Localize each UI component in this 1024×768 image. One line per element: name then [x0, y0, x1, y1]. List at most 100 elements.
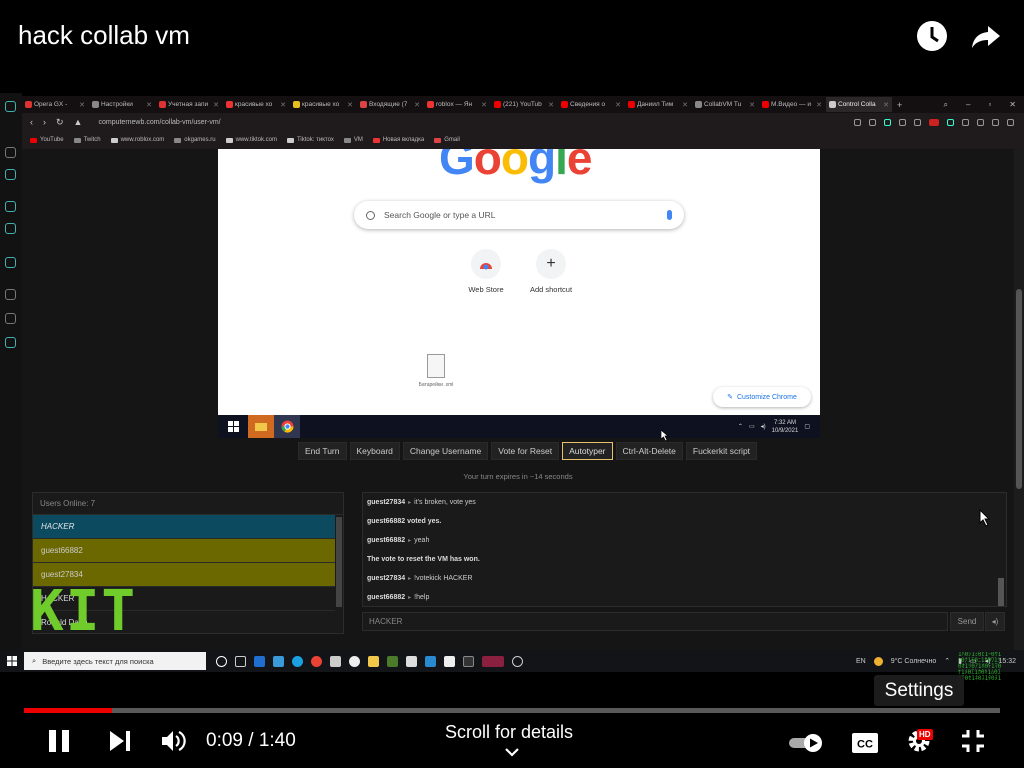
browser-tab[interactable]: красивые хо ✕ — [290, 97, 356, 112]
browser-tab[interactable]: CollabVM Tu ✕ — [692, 97, 758, 112]
url-field[interactable]: computernewb.com/collab-vm/user-vm/ — [98, 119, 220, 126]
bookmark[interactable]: Tiktok: тиктох — [286, 137, 334, 143]
bookmark[interactable]: VM — [343, 137, 363, 143]
autoplay-toggle-icon[interactable] — [788, 730, 824, 756]
gear-sidebar-icon[interactable] — [5, 337, 16, 348]
notepad-icon[interactable] — [444, 655, 455, 667]
roblox-icon[interactable] — [406, 655, 417, 667]
close-icon[interactable]: ✕ — [412, 101, 420, 109]
volume-icon[interactable] — [160, 728, 186, 754]
close-icon[interactable]: ✕ — [345, 101, 353, 109]
autotyper-button[interactable]: Autotyper — [562, 442, 613, 460]
browser-tab-active[interactable]: Control Colla ✕ — [826, 97, 892, 112]
language-indicator[interactable]: EN — [856, 658, 866, 665]
browser-tab[interactable]: Входящие (7 ✕ — [357, 97, 423, 112]
chevron-up-icon[interactable]: ⌃ — [738, 423, 743, 430]
desktop-file[interactable]: Батарейки .xml — [414, 354, 458, 388]
close-icon[interactable]: ✕ — [211, 101, 219, 109]
watch-later-icon[interactable] — [914, 18, 950, 54]
keyboard-button[interactable]: Keyboard — [349, 442, 400, 460]
close-icon[interactable]: ✕ — [278, 101, 286, 109]
change-username-button[interactable]: Change Username — [402, 442, 489, 460]
chevron-up-icon[interactable]: ⌃ — [944, 657, 950, 665]
host-search-box[interactable]: ⌕ Введите здесь текст для поиска — [24, 652, 206, 670]
app-icon[interactable] — [330, 655, 341, 667]
yandex-icon[interactable] — [349, 655, 360, 667]
puzzle-icon[interactable] — [962, 118, 969, 126]
ctrl-alt-delete-button[interactable]: Ctrl-Alt-Delete — [615, 442, 683, 460]
new-tab-icon[interactable]: + — [893, 100, 902, 110]
app-icon[interactable] — [425, 655, 436, 667]
close-icon[interactable]: ✕ — [680, 101, 688, 109]
exit-fullscreen-icon[interactable] — [960, 728, 986, 754]
close-icon[interactable]: ✕ — [613, 101, 621, 109]
refresh-icon[interactable] — [947, 118, 954, 126]
instagram-sidebar-icon[interactable] — [5, 223, 16, 234]
shortcut-add[interactable]: + Add shortcut — [511, 249, 591, 294]
notification-icon[interactable]: ▢ — [804, 423, 810, 430]
network-icon[interactable]: ▭ — [749, 423, 755, 430]
close-icon[interactable]: ✕ — [144, 101, 152, 109]
edge-icon[interactable] — [292, 655, 303, 667]
heart-icon[interactable] — [914, 118, 921, 126]
twitch-sidebar-icon[interactable] — [5, 169, 16, 180]
fuckerkit-script-button[interactable]: Fuckerkit script — [685, 442, 758, 460]
bookmark[interactable]: YouTube — [30, 137, 64, 143]
browser-tab[interactable]: Учетная запи ✕ — [156, 97, 222, 112]
close-icon[interactable]: ✕ — [546, 101, 554, 109]
menu-icon[interactable] — [1007, 118, 1014, 126]
page-scrollbar[interactable] — [1014, 149, 1024, 650]
close-icon[interactable]: ✕ — [77, 101, 85, 109]
captions-icon[interactable]: CC — [851, 730, 879, 756]
close-icon[interactable]: ✕ — [881, 101, 889, 109]
clock-sidebar-icon[interactable] — [5, 147, 16, 158]
customize-chrome-button[interactable]: ✎ Customize Chrome — [713, 387, 811, 407]
file-explorer-icon[interactable] — [248, 415, 274, 438]
maximize-icon[interactable]: ▫ — [988, 100, 991, 110]
obs-icon[interactable] — [512, 655, 523, 667]
weather-text[interactable]: 9°C Солнечно — [891, 658, 937, 665]
chat-scrollbar[interactable] — [998, 578, 1004, 606]
pause-icon[interactable] — [48, 728, 70, 754]
chat-volume-icon[interactable]: ◂) — [985, 612, 1005, 631]
cortana-icon[interactable] — [216, 655, 227, 667]
opera-logo-icon[interactable] — [5, 101, 16, 112]
bookmark[interactable]: www.tiktok.com — [225, 137, 277, 143]
store-icon[interactable] — [254, 655, 265, 667]
forward-icon[interactable]: › — [43, 117, 46, 128]
browser-tab[interactable]: Opera GX - ✕ — [22, 97, 88, 112]
chrome-icon[interactable] — [311, 655, 322, 667]
host-start-icon[interactable] — [0, 656, 24, 666]
close-icon[interactable]: ✕ — [814, 101, 822, 109]
vote-for-reset-button[interactable]: Vote for Reset — [491, 442, 560, 460]
download-icon[interactable] — [992, 118, 999, 126]
user-row[interactable]: guest66882 — [33, 539, 335, 563]
cube-sidebar-icon[interactable] — [5, 313, 16, 324]
scroll-for-details[interactable]: Scroll for details — [445, 722, 573, 743]
settings-icon[interactable] — [977, 118, 984, 126]
reload-icon[interactable]: ↻ — [56, 117, 64, 128]
browser-tab[interactable]: M.Видео — и ✕ — [759, 97, 825, 112]
shield-icon[interactable] — [884, 118, 891, 126]
vpn-icon[interactable] — [854, 118, 861, 126]
bookmark[interactable]: Новая вкладка — [372, 137, 424, 143]
minecraft-icon[interactable] — [387, 655, 398, 667]
video-title[interactable]: hack collab vm — [18, 20, 190, 51]
chat-input[interactable]: HACKER — [362, 612, 948, 631]
scrollbar-thumb[interactable] — [1016, 289, 1022, 489]
minimize-icon[interactable]: – — [966, 100, 970, 110]
close-icon[interactable]: ✕ — [479, 101, 487, 109]
chrome-icon[interactable] — [274, 415, 300, 438]
users-scrollbar[interactable] — [336, 517, 342, 607]
vm-screen[interactable]: Google Search Google or type a URL Web S… — [218, 149, 820, 438]
window-close-icon[interactable]: ✕ — [1009, 100, 1016, 110]
task-view-icon[interactable] — [235, 655, 246, 667]
vk-sidebar-icon[interactable] — [5, 201, 16, 212]
send-icon[interactable] — [899, 118, 906, 126]
close-icon[interactable]: ✕ — [747, 101, 755, 109]
browser-tab[interactable]: красивые хо ✕ — [223, 97, 289, 112]
bookmark[interactable]: Gmail — [434, 137, 460, 143]
settings-sidebar-icon[interactable] — [5, 257, 16, 268]
search-tabs-icon[interactable]: ⌕ — [944, 100, 948, 110]
user-row[interactable]: HACKER — [33, 515, 335, 539]
